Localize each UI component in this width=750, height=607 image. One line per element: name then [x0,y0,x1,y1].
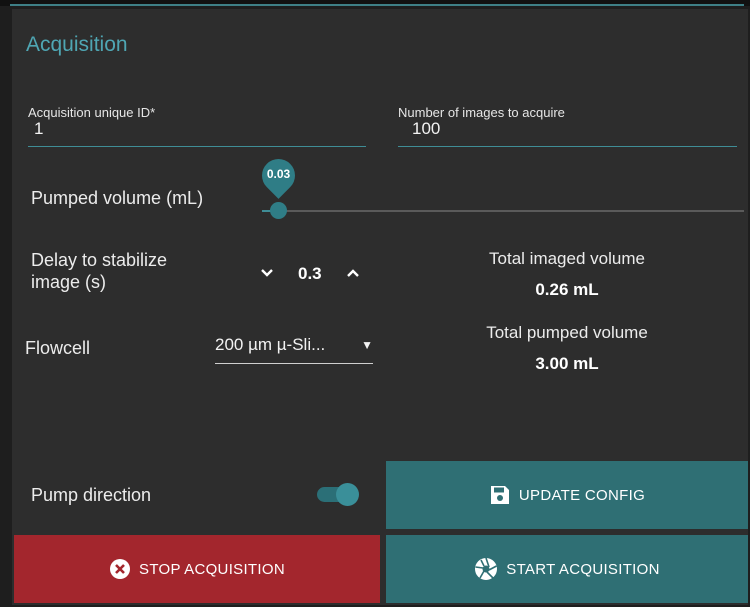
flowcell-select[interactable]: 200 µm µ-Sli... ▼ [215,332,373,364]
unique-id-underline [28,146,366,147]
total-pumped-volume-value: 3.00 mL [535,354,599,373]
num-images-label: Number of images to acquire [398,105,565,120]
unique-id-value[interactable]: 1 [34,120,366,138]
pump-direction-label: Pump direction [31,485,152,505]
delay-label-line2: image (s) [31,272,107,292]
total-imaged-volume-value: 0.26 mL [535,280,599,299]
total-pumped-volume-title: Total pumped volume [486,323,648,342]
acquisition-panel: Acquisition Acquisition unique ID* 1 Num… [12,9,748,605]
pumped-volume-thumb[interactable] [270,202,287,219]
delay-label: Delay to stabilize image (s) [31,249,167,293]
num-images-underline [398,146,737,147]
flowcell-selected-value: 200 µm µ-Sli... [215,335,326,354]
pumped-volume-value: 0.03 [266,167,291,181]
flowcell-label: Flowcell [25,338,91,358]
top-edge [0,0,750,6]
pump-direction-toggle-knob[interactable] [336,483,359,506]
start-acquisition-label: START ACQUISITION [506,560,660,578]
delay-label-line1: Delay to stabilize [31,250,168,270]
chevron-down-icon[interactable] [256,263,278,285]
unique-id-field[interactable]: Acquisition unique ID* 1 [28,105,366,147]
close-circle-icon [109,558,131,580]
pumped-volume-label: Pumped volume (mL) [31,188,204,208]
num-images-value[interactable]: 100 [412,120,737,138]
pumped-volume-track[interactable] [278,210,744,212]
num-images-field[interactable]: Number of images to acquire 100 [398,105,737,147]
save-icon [489,484,511,506]
aperture-icon [474,557,498,581]
update-config-label: UPDATE CONFIG [518,486,646,504]
chevron-up-icon[interactable] [342,263,364,285]
section-title: Acquisition [26,33,128,56]
start-acquisition-button[interactable]: START ACQUISITION [386,535,748,603]
delay-value: 0.3 [298,264,322,283]
stop-acquisition-button[interactable]: STOP ACQUISITION [14,535,380,603]
update-config-button[interactable]: UPDATE CONFIG [386,461,748,529]
total-imaged-volume-title: Total imaged volume [489,249,645,268]
caret-down-icon: ▼ [361,338,373,352]
flowcell-underline [215,363,373,364]
stop-acquisition-label: STOP ACQUISITION [139,560,285,578]
unique-id-label: Acquisition unique ID* [28,105,156,120]
